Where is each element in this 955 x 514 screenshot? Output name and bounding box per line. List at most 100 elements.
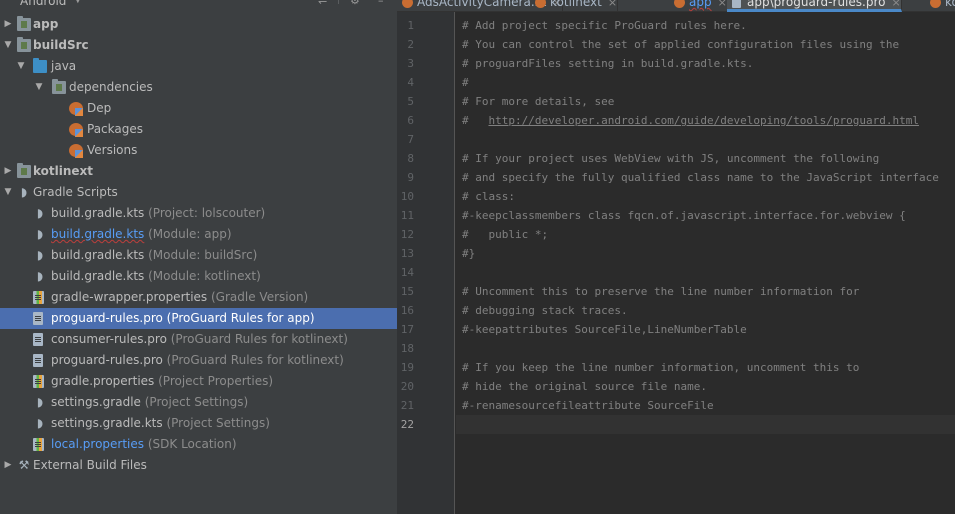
tree-item[interactable]: local.properties (SDK Location) (0, 434, 397, 455)
editor-tab[interactable]: app × (669, 0, 728, 12)
line-number-gutter: 1 2 3 4 5 6 7 8 9 10 11 12 13 14 15 16 17 18 19 20 21 22 (397, 12, 455, 514)
tree-item-label: buildSrc (33, 35, 89, 56)
gradle-kts-icon: ◗ (36, 248, 44, 262)
tree-item-hint: (Module: kotlinext) (148, 269, 261, 283)
tree-item-name: local.properties (51, 437, 145, 451)
tree-item[interactable]: ▼ buildSrc (0, 35, 397, 56)
tree-item-label: build.gradle.kts (Module: kotlinext) (51, 266, 261, 287)
close-tab-icon[interactable]: × (891, 0, 900, 9)
code-line: # You can control the set of applied con… (462, 38, 900, 51)
tree-item-name: Packages (87, 122, 143, 136)
code-line: #-keepattributes SourceFile,LineNumberTa… (462, 323, 747, 336)
tree-item-hint: (Module: buildSrc) (148, 248, 258, 262)
kotlin-file-icon (930, 0, 941, 8)
tree-item-hint: (Project Settings) (166, 416, 270, 430)
tree-item[interactable]: gradle.properties (Project Properties) (0, 371, 397, 392)
editor-tab-label: AdsActivityCamera.kt (417, 0, 547, 9)
code-area[interactable]: # Add project specific ProGuard rules he… (456, 12, 955, 514)
project-panel-header: Android ▼ ⇌ ⚙ – (0, 0, 397, 10)
collapsed-arrow-icon[interactable]: ▶ (2, 161, 14, 182)
editor-tab-label: app (689, 0, 712, 9)
collapse-all-icon[interactable]: ⇌ (318, 0, 327, 7)
line-number: 15 (400, 285, 414, 298)
close-tab-icon[interactable]: × (718, 0, 727, 9)
line-number: 3 (407, 57, 414, 70)
expanded-arrow-icon[interactable]: ▼ (2, 35, 14, 56)
tree-item-name: buildSrc (33, 38, 89, 52)
editor-tab[interactable]: kotlinext × (530, 0, 619, 12)
gradle-icon: ◗ (36, 395, 44, 409)
tree-item[interactable]: gradle-wrapper.properties (Gradle Versio… (0, 287, 397, 308)
line-number: 18 (400, 342, 414, 355)
tree-item[interactable]: ◗ settings.gradle.kts (Project Settings) (0, 413, 397, 434)
expanded-arrow-icon[interactable]: ▼ (33, 77, 45, 98)
documentation-link[interactable]: http://developer.android.com/guide/devel… (489, 114, 919, 127)
package-folder-icon (52, 79, 66, 94)
collapsed-arrow-icon[interactable]: ▶ (2, 14, 14, 35)
module-folder-icon (17, 16, 31, 31)
editor-tab[interactable]: app\proguard-rules.pro × (727, 0, 902, 12)
tree-item[interactable]: ▶ kotlinext (0, 161, 397, 182)
tree-item[interactable]: Packages (0, 119, 397, 140)
tree-item[interactable]: ▶ app (0, 14, 397, 35)
gear-icon[interactable]: ⚙ (350, 0, 360, 7)
text-file-icon (33, 333, 43, 346)
gradle-kts-icon: ◗ (36, 227, 44, 241)
source-folder-icon (33, 58, 47, 73)
text-file-icon (732, 0, 741, 8)
collapsed-arrow-icon[interactable]: ▶ (2, 455, 14, 476)
tree-item[interactable]: ◗ build.gradle.kts (Project: lolscouter) (0, 203, 397, 224)
tree-item-name: Gradle Scripts (33, 185, 118, 199)
tree-item[interactable]: proguard-rules.pro (ProGuard Rules for a… (0, 308, 397, 329)
tree-item[interactable]: ◗ build.gradle.kts (Module: buildSrc) (0, 245, 397, 266)
minimize-icon[interactable]: – (378, 0, 384, 7)
tree-item[interactable]: ▼ ◗ Gradle Scripts (0, 182, 397, 203)
tree-item-name: java (51, 59, 77, 73)
tree-item-name: consumer-rules.pro (51, 332, 167, 346)
tree-item-label: build.gradle.kts (Project: lolscouter) (51, 203, 265, 224)
tree-item-label: kotlinext (33, 161, 93, 182)
kotlin-object-icon (69, 144, 83, 158)
line-number: 21 (400, 399, 414, 412)
gradle-kts-icon: ◗ (36, 206, 44, 220)
code-line: # http://developer.android.com/guide/dev… (462, 114, 919, 127)
tree-item[interactable]: Versions (0, 140, 397, 161)
editor-tab-label: kotlinext (550, 0, 602, 9)
kotlin-object-icon (69, 123, 83, 137)
line-number: 10 (400, 190, 414, 203)
line-number: 5 (407, 95, 414, 108)
code-line: # class: (462, 190, 515, 203)
tree-item[interactable]: ◗ settings.gradle (Project Settings) (0, 392, 397, 413)
tree-item[interactable]: ◗ build.gradle.kts (Module: app) (0, 224, 397, 245)
tree-item-label: consumer-rules.pro (ProGuard Rules for k… (51, 329, 348, 350)
tree-item[interactable]: ▶ ⚒ External Build Files (0, 455, 397, 476)
editor-tab-label: app\proguard-rules.pro (747, 0, 886, 9)
project-view-selector[interactable]: Android (20, 0, 66, 8)
code-line: # public *; (462, 228, 549, 241)
line-number: 6 (407, 114, 414, 127)
tree-item-name: settings.gradle (51, 395, 141, 409)
expanded-arrow-icon[interactable]: ▼ (15, 56, 27, 77)
tree-item-label: app (33, 14, 58, 35)
tree-item-label: gradle.properties (Project Properties) (51, 371, 273, 392)
expanded-arrow-icon[interactable]: ▼ (2, 182, 14, 203)
tree-item-hint: (Project Properties) (158, 374, 274, 388)
close-tab-icon[interactable]: × (608, 0, 617, 9)
line-number: 14 (400, 266, 414, 279)
toolbar-divider (338, 0, 339, 4)
editor-tab[interactable]: kotl (925, 0, 955, 12)
tree-item[interactable]: ◗ build.gradle.kts (Module: kotlinext) (0, 266, 397, 287)
chevron-down-icon[interactable]: ▼ (74, 0, 82, 5)
line-number: 8 (407, 152, 414, 165)
line-number: 20 (400, 380, 414, 393)
code-line: # If your project uses WebView with JS, … (462, 152, 880, 165)
tree-item[interactable]: proguard-rules.pro (ProGuard Rules for k… (0, 350, 397, 371)
tree-item-label: settings.gradle (Project Settings) (51, 392, 248, 413)
tree-item[interactable]: consumer-rules.pro (ProGuard Rules for k… (0, 329, 397, 350)
tree-item[interactable]: ▼ dependencies (0, 77, 397, 98)
line-number: 16 (400, 304, 414, 317)
line-number: 12 (400, 228, 414, 241)
tree-item[interactable]: ▼ java (0, 56, 397, 77)
tree-item[interactable]: Dep (0, 98, 397, 119)
tree-item-name: settings.gradle.kts (51, 416, 163, 430)
